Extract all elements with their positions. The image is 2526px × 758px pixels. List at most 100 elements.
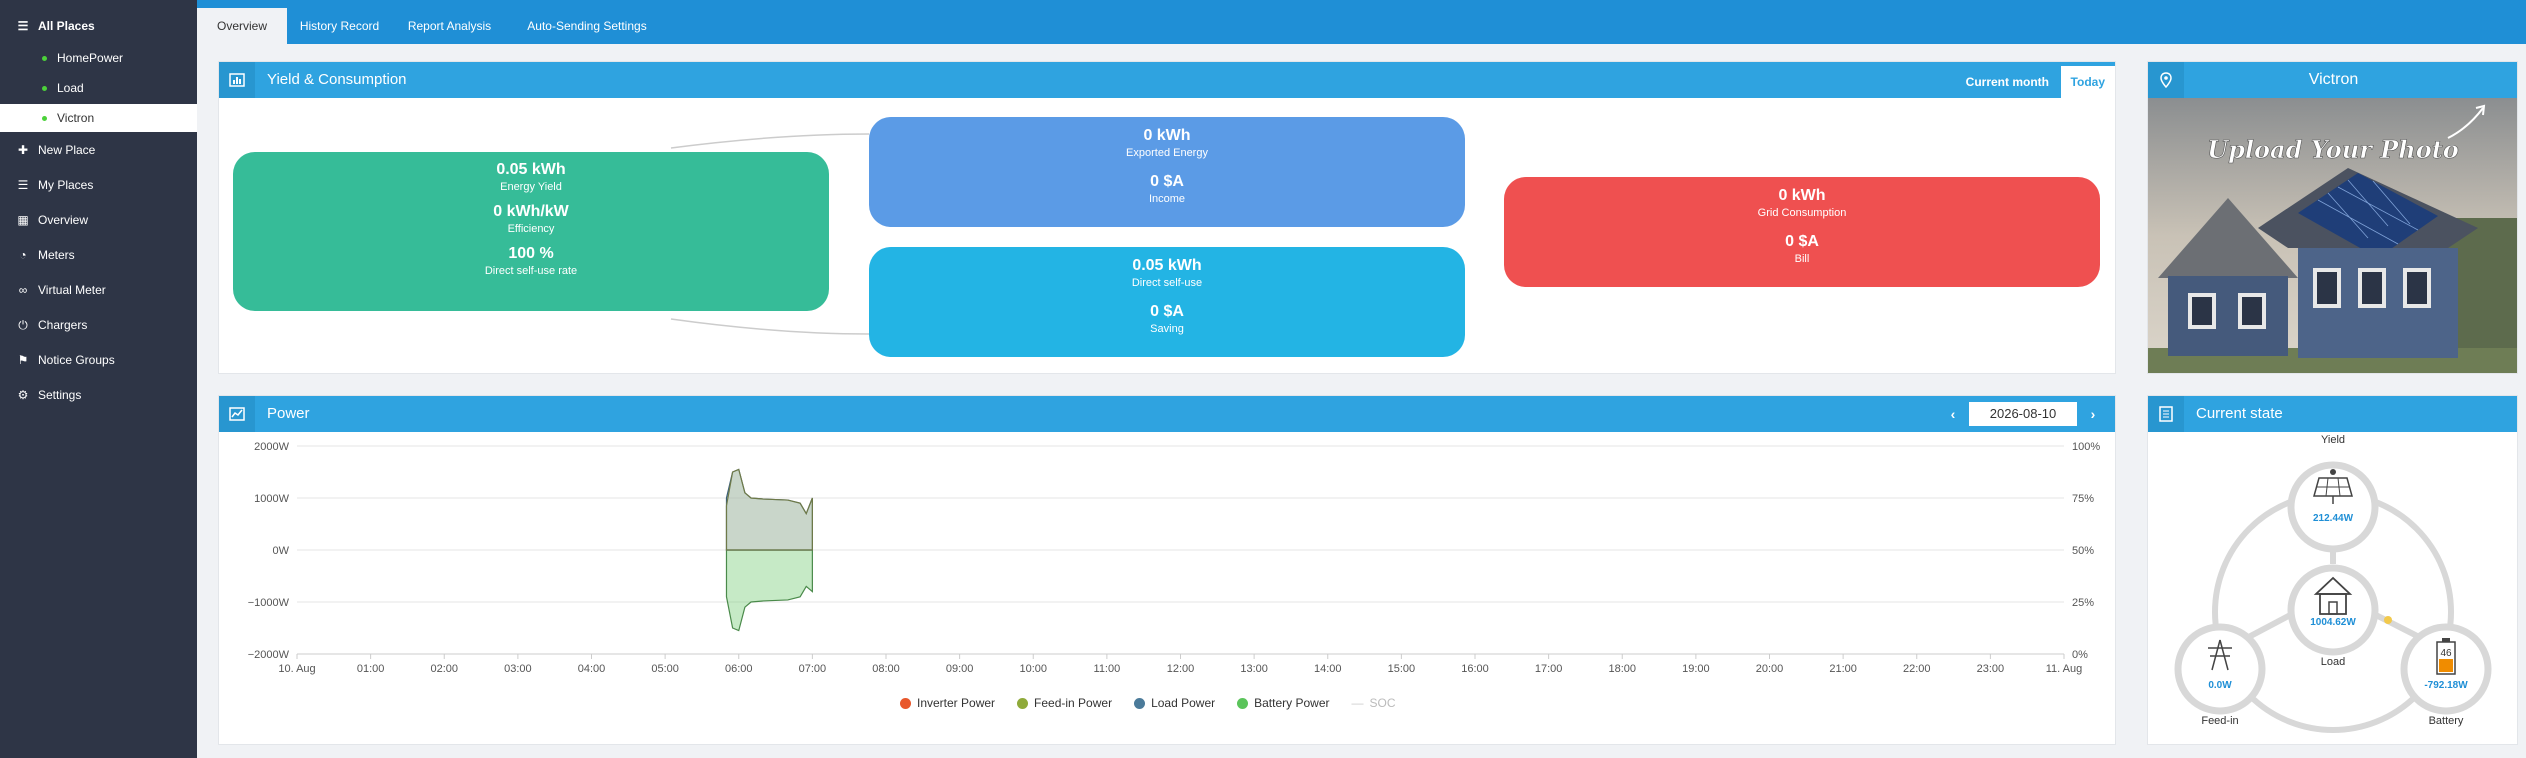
panel-header: Power ‹ 2026-08-10 › <box>219 396 2115 432</box>
inverter-power-area <box>725 468 813 551</box>
chart-legend: Inverter Power Feed-in Power Load Power … <box>900 696 1396 710</box>
sidebar-item-virtual-meter[interactable]: ∞ Virtual Meter <box>0 274 197 306</box>
x-tick-label: 21:00 <box>1829 663 1857 675</box>
direct-self-use-box: 0.05 kWh Direct self-use 0 $A Saving <box>869 247 1465 357</box>
sidebar-place-label: Load <box>57 81 84 95</box>
legend-swatch <box>1134 697 1146 709</box>
legend-swatch <box>1237 697 1249 709</box>
tab-report-analysis[interactable]: Report Analysis <box>392 8 507 44</box>
x-tick-label: 07:00 <box>799 663 827 675</box>
x-tick-label: 01:00 <box>357 663 385 675</box>
y2-tick-label: 100% <box>2072 441 2100 453</box>
sidebar-item-label: Notice Groups <box>38 353 115 367</box>
legend-label: Feed-in Power <box>1034 696 1113 710</box>
house-photo[interactable]: Upload Your Photo <box>2148 98 2518 374</box>
top-strip <box>0 0 2526 8</box>
gauge-icon: ◔ <box>19 248 27 262</box>
sidebar-item-chargers[interactable]: ⏻ Chargers <box>0 309 197 341</box>
energy-yield-label: Energy Yield <box>500 181 562 193</box>
range-current-month[interactable]: Current month <box>1956 66 2059 98</box>
chart-icon <box>219 396 255 432</box>
tab-overview[interactable]: Overview <box>197 8 287 44</box>
current-state-panel: Current state 46 Yield 212.44W 1004.62W … <box>2147 395 2518 745</box>
sidebar-item-meters[interactable]: ◔ Meters <box>0 239 197 271</box>
x-tick-label: 22:00 <box>1903 663 1931 675</box>
energy-yield-value: 0.05 kWh <box>496 161 566 178</box>
legend-item-soc[interactable]: — SOC <box>1352 696 1396 710</box>
sidebar-place-victron[interactable]: Victron <box>0 104 197 132</box>
legend-swatch <box>900 697 911 709</box>
x-tick-label: 09:00 <box>946 663 974 675</box>
sidebar-item-label: Chargers <box>38 318 88 332</box>
saving-label: Saving <box>1150 323 1184 335</box>
x-tick-label: 05:00 <box>651 663 679 675</box>
y-tick-label: 2000W <box>254 441 289 453</box>
tab-auto-sending-settings[interactable]: Auto-Sending Settings <box>507 8 667 44</box>
sidebar-item-my-places[interactable]: ☰ My Places <box>0 169 197 201</box>
exported-energy-label: Exported Energy <box>1126 147 1208 159</box>
battery-value: -792.18W <box>2424 680 2468 691</box>
y-tick-label: −2000W <box>248 649 290 661</box>
panel-title: Power <box>267 405 310 422</box>
sidebar-item-overview[interactable]: ▦ Overview <box>0 204 197 236</box>
x-tick-label: 11:00 <box>1094 663 1121 675</box>
status-dot <box>42 115 47 121</box>
panel-title: Current state <box>2196 405 2283 422</box>
status-dot <box>42 85 47 91</box>
legend-swatch: — <box>1351 696 1364 710</box>
range-today[interactable]: Today <box>2060 66 2115 98</box>
bell-icon: ⚑ <box>17 353 29 367</box>
legend-item-battery-power[interactable]: Battery Power <box>1237 696 1330 710</box>
x-tick-label: 20:00 <box>1756 663 1784 675</box>
document-icon <box>2148 396 2184 432</box>
legend-item-feed-in-power[interactable]: Feed-in Power <box>1017 696 1112 710</box>
feedin-label: Feed-in <box>2201 715 2238 727</box>
upload-photo-text[interactable]: Upload Your Photo <box>2207 135 2459 165</box>
sidebar-all-places[interactable]: ☰ All Places <box>0 10 197 42</box>
y-tick-label: 0W <box>273 545 290 557</box>
legend-swatch <box>1017 697 1029 709</box>
date-picker[interactable]: 2026-08-10 <box>1969 402 2077 426</box>
battery-label: Battery <box>2429 715 2464 727</box>
x-tick-label: 11. Aug <box>2046 663 2083 675</box>
panel-header: Yield & Consumption Current month Today <box>219 62 2115 98</box>
sidebar-place-label: Victron <box>57 111 95 125</box>
income-label: Income <box>1148 193 1186 205</box>
grid-consumption-value: 0 kWh <box>1778 187 1826 204</box>
battery-soc: 46 <box>2440 648 2452 659</box>
feedin-value: 0.0W <box>2208 680 2232 691</box>
efficiency-label: Efficiency <box>507 223 555 235</box>
tab-history-record[interactable]: History Record <box>287 8 392 44</box>
energy-flow-diagram: 46 Yield 212.44W 1004.62W Load 0.0W Feed… <box>2174 434 2492 733</box>
bill-label: Bill <box>1794 253 1810 265</box>
sidebar-place-homepower[interactable]: HomePower <box>0 44 197 72</box>
self-use-label: Direct self-use <box>1131 277 1203 289</box>
y2-tick-label: 50% <box>2072 545 2094 557</box>
x-tick-label: 12:00 <box>1167 663 1195 675</box>
bill-value: 0 $A <box>1785 233 1819 250</box>
legend-item-load-power[interactable]: Load Power <box>1134 696 1215 710</box>
grid-icon: ▦ <box>17 213 29 227</box>
sidebar-item-label: New Place <box>38 143 96 157</box>
sidebar-item-label: Virtual Meter <box>38 283 106 297</box>
legend-label: Battery Power <box>1254 696 1330 710</box>
x-tick-label: 16:00 <box>1461 663 1489 675</box>
chart-icon <box>219 62 255 98</box>
efficiency-value: 0 kWh/kW <box>493 203 569 220</box>
sidebar-item-settings[interactable]: ⚙ Settings <box>0 379 197 411</box>
link-icon: ∞ <box>18 283 28 297</box>
sidebar-place-load[interactable]: Load <box>0 74 197 102</box>
x-tick-label: 10:00 <box>1019 663 1047 675</box>
x-tick-label: 19:00 <box>1682 663 1710 675</box>
sidebar-item-notice-groups[interactable]: ⚑ Notice Groups <box>0 344 197 376</box>
yield-label: Yield <box>2321 434 2345 446</box>
y2-tick-label: 25% <box>2072 597 2094 609</box>
sidebar-item-new-place[interactable]: ✚ New Place <box>0 134 197 166</box>
legend-item-inverter-power[interactable]: Inverter Power <box>900 696 995 710</box>
x-tick-label: 13:00 <box>1240 663 1268 675</box>
prev-date-button[interactable]: ‹ <box>1943 396 1963 432</box>
saving-value: 0 $A <box>1150 303 1184 320</box>
sidebar-item-label: Meters <box>38 248 75 262</box>
next-date-button[interactable]: › <box>2083 396 2103 432</box>
energy-yield-box: 0.05 kWh Energy Yield 0 kWh/kW Efficienc… <box>233 152 829 311</box>
